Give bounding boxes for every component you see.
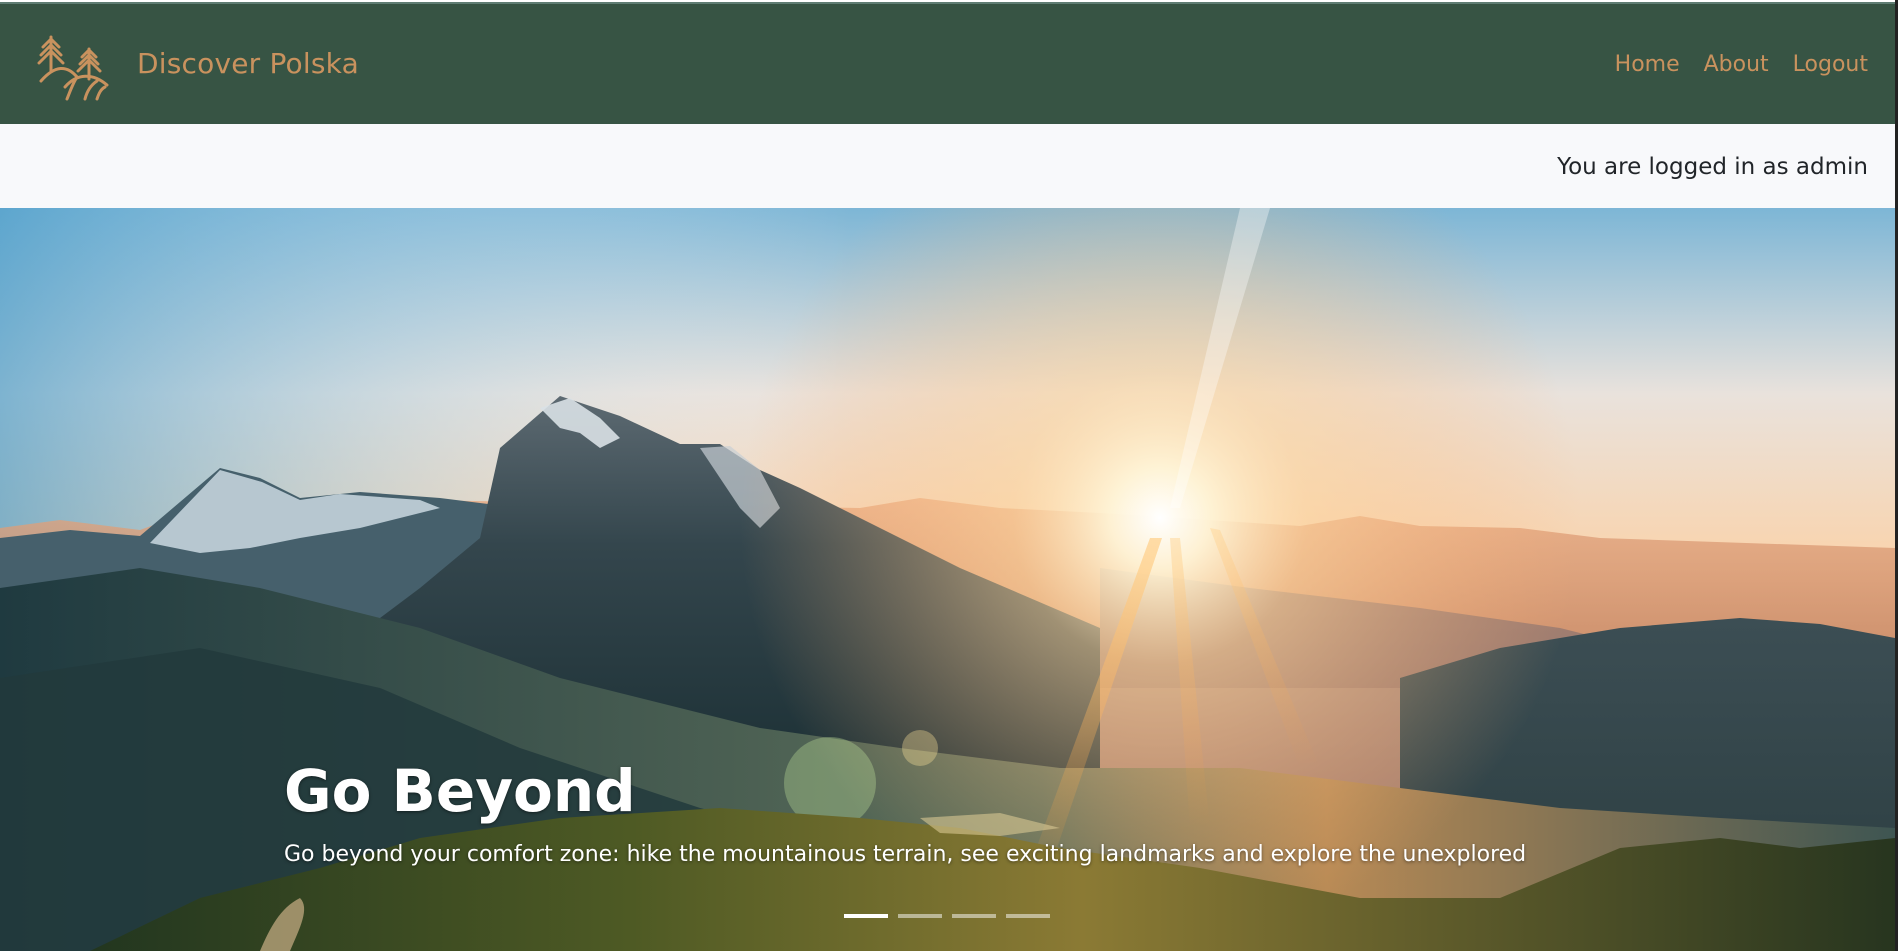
trees-landscape-icon [37, 35, 109, 101]
slide-text: Go beyond your comfort zone: hike the mo… [284, 841, 1527, 867]
hero-carousel: Go Beyond Go beyond your comfort zone: h… [0, 208, 1895, 951]
login-status-bar: You are logged in as admin [0, 124, 1895, 208]
carousel-indicators [844, 914, 1050, 918]
slide-caption: Go Beyond Go beyond your comfort zone: h… [284, 757, 1527, 867]
nav-link-about[interactable]: About [1704, 52, 1769, 77]
carousel-indicator-1[interactable] [844, 914, 888, 918]
page: Discover Polska Home About Logout You ar… [0, 0, 1898, 951]
carousel-indicator-2[interactable] [898, 914, 942, 918]
brand-link[interactable]: Discover Polska [37, 35, 359, 101]
brand-name: Discover Polska [137, 46, 359, 80]
slide-title: Go Beyond [284, 757, 636, 825]
carousel-indicator-4[interactable] [1006, 914, 1050, 918]
carousel-indicator-3[interactable] [952, 914, 996, 918]
nav-link-home[interactable]: Home [1615, 52, 1680, 77]
nav-link-logout[interactable]: Logout [1793, 52, 1868, 77]
navbar: Discover Polska Home About Logout [0, 2, 1895, 126]
nav-links: Home About Logout [1615, 52, 1868, 77]
login-status-text: You are logged in as admin [1557, 154, 1868, 180]
